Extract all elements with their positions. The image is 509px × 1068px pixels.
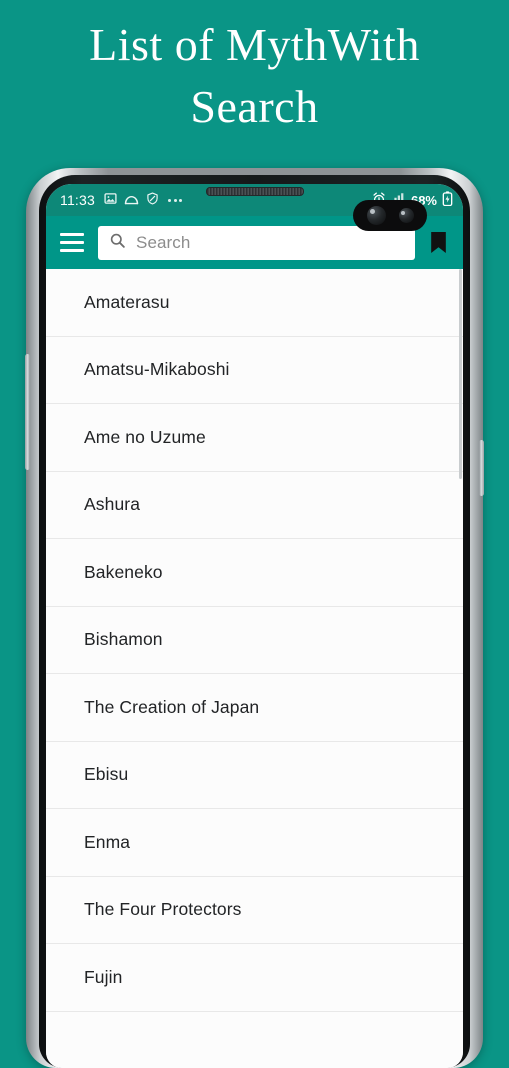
hamburger-menu-icon[interactable] [57,228,87,258]
image-icon [104,192,117,208]
list-item[interactable]: Enma [46,809,463,877]
list-item-label: Amatsu-Mikaboshi [84,359,230,380]
more-dots-icon [168,198,182,202]
do-not-disturb-icon [146,192,159,208]
status-bar-clock: 11:33 [60,192,95,208]
camera-lens-main-icon [366,206,386,225]
list-item-label: Amaterasu [84,291,170,312]
list-item-label: The Creation of Japan [84,696,260,717]
list-scrollbar[interactable] [459,269,462,479]
camera-lens-secondary-icon [398,208,414,223]
phone-device-mockup: 11:33 68% Search Amaterasu Amatsu-Mikabo… [25,168,484,1068]
myth-list[interactable]: Amaterasu Amatsu-Mikaboshi Ame no Uzume … [46,269,463,1068]
hamburger-bar [60,233,84,236]
list-item-label: Bakeneko [84,561,163,582]
page-title: List of MythWith Search [89,19,420,132]
promo-banner: List of MythWith Search [0,0,509,170]
list-item-label: Ebisu [84,764,129,785]
list-item[interactable]: The Creation of Japan [46,674,463,742]
list-item-label: Fujin [84,966,123,987]
power-button[interactable] [479,440,484,496]
list-item[interactable]: Bakeneko [46,539,463,607]
list-item[interactable]: The Four Protectors [46,876,463,944]
list-item-label: The Four Protectors [84,899,242,920]
search-icon [109,232,126,254]
list-item-label: Bishamon [84,629,163,650]
list-item[interactable]: Bishamon [46,606,463,674]
list-item[interactable]: Fujin [46,944,463,1012]
bookmark-icon[interactable] [425,228,451,258]
volume-rocker-button[interactable] [25,354,30,470]
search-placeholder: Search [136,232,191,252]
earpiece-speaker-icon [205,187,304,196]
camera-punch-hole [353,200,427,231]
status-bar-left-icons [104,192,182,208]
list-item-label: Ashura [84,494,141,515]
phone-screen: 11:33 68% Search Amaterasu Amatsu-Mikabo… [46,184,463,1068]
hamburger-bar [60,241,84,244]
list-item[interactable]: Amatsu-Mikaboshi [46,336,463,404]
list-item-label: Enma [84,831,131,852]
list-item[interactable]: Ashura [46,471,463,539]
list-item-label: Ame no Uzume [84,426,206,447]
hamburger-bar [60,249,84,252]
cloud-icon [124,193,139,208]
list-item[interactable]: Amaterasu [46,269,463,337]
list-item[interactable]: Ebisu [46,741,463,809]
list-item[interactable]: Ame no Uzume [46,404,463,472]
battery-icon [442,191,453,209]
